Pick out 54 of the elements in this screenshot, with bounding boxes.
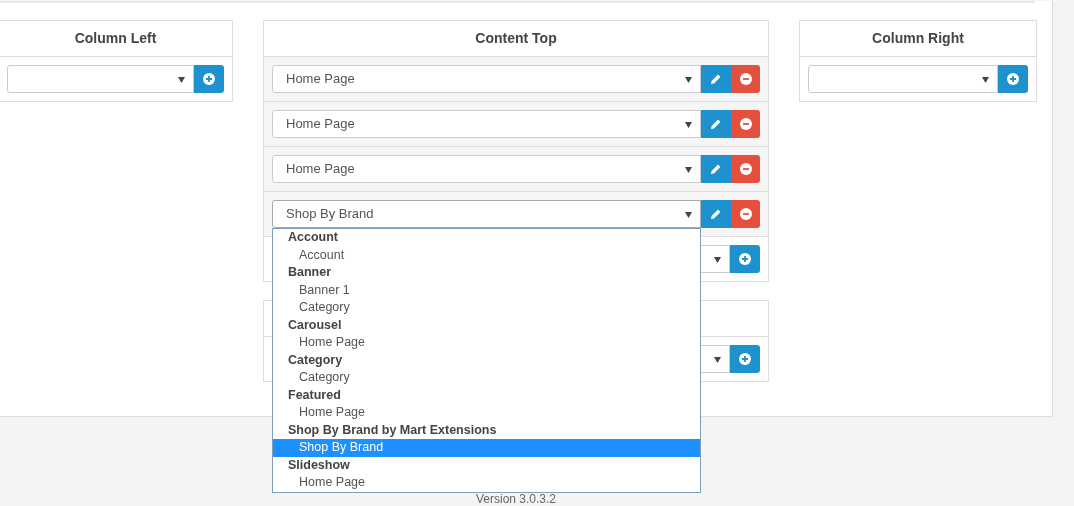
plus-icon: [739, 353, 751, 365]
remove-button[interactable]: [731, 110, 760, 138]
version-text: Version 3.0.3.2: [475, 493, 557, 506]
column-title: Column Left: [74, 29, 157, 48]
minus-icon: [739, 73, 752, 85]
edit-button[interactable]: [701, 65, 731, 93]
add-button[interactable]: [998, 65, 1028, 93]
module-select[interactable]: Home Page: [272, 110, 701, 138]
plus-icon: [203, 73, 215, 85]
module-select[interactable]: Shop By Brand: [272, 200, 701, 228]
edit-button[interactable]: [701, 110, 731, 138]
minus-icon: [739, 118, 752, 130]
dropdown-option[interactable]: Account: [273, 246, 700, 264]
caret-icon: [982, 75, 989, 83]
caret-icon: [714, 355, 721, 363]
option-group-label: Category: [287, 351, 344, 369]
dropdown-option[interactable]: Banner 1: [273, 281, 700, 299]
pencil-icon: [710, 118, 722, 130]
module-select[interactable]: Home Page: [272, 65, 701, 93]
option-group-label: Slideshow: [287, 456, 351, 474]
column-title: Column Right: [872, 29, 964, 48]
caret-icon: [685, 120, 692, 128]
pencil-icon: [710, 163, 722, 175]
dropdown-option[interactable]: Home Page: [273, 404, 700, 422]
option-group-label: Featured: [287, 386, 342, 404]
minus-icon: [739, 163, 752, 175]
edit-button[interactable]: [701, 200, 731, 228]
plus-icon: [1007, 73, 1019, 85]
column-title: Content Top: [475, 29, 557, 48]
caret-icon: [685, 165, 692, 173]
pencil-icon: [710, 208, 722, 220]
caret-icon: [685, 210, 692, 218]
option-group-label: Shop By Brand by Mart Extensions: [287, 421, 498, 439]
module-select[interactable]: Home Page: [272, 155, 701, 183]
edit-button[interactable]: [701, 155, 731, 183]
option-group-label: Account: [287, 229, 339, 246]
caret-icon: [178, 75, 185, 83]
dropdown-option[interactable]: Home Page: [273, 334, 700, 352]
dropdown-option[interactable]: Category: [273, 299, 700, 317]
remove-button[interactable]: [731, 155, 760, 183]
remove-button[interactable]: [731, 65, 760, 93]
option-group-label: Carousel: [287, 316, 343, 334]
plus-icon: [739, 253, 751, 265]
option-group-label: Banner: [287, 264, 333, 281]
add-button[interactable]: [730, 345, 760, 373]
pencil-icon: [710, 73, 722, 85]
dropdown-option[interactable]: Category: [273, 369, 700, 387]
caret-icon: [714, 255, 721, 263]
dropdown-option[interactable]: Home Page: [273, 474, 700, 492]
add-button[interactable]: [730, 245, 760, 273]
remove-button[interactable]: [731, 200, 760, 228]
add-button[interactable]: [194, 65, 224, 93]
minus-icon: [739, 208, 752, 220]
caret-icon: [685, 75, 692, 83]
